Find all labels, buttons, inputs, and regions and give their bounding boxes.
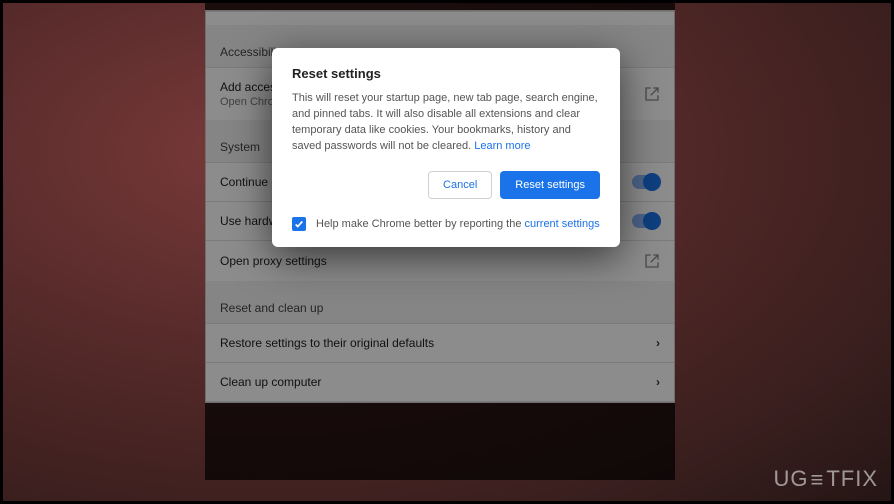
report-checkbox[interactable]	[292, 217, 306, 231]
report-settings-row: Help make Chrome better by reporting the…	[292, 217, 600, 231]
report-label: Help make Chrome better by reporting the…	[316, 218, 600, 230]
reset-settings-button[interactable]: Reset settings	[500, 171, 600, 199]
watermark-glyph-icon: ≡	[810, 467, 824, 493]
watermark: UG≡TFIX	[773, 466, 878, 492]
report-label-text: Help make Chrome better by reporting the	[316, 218, 525, 230]
current-settings-link[interactable]: current settings	[525, 218, 600, 230]
learn-more-link[interactable]: Learn more	[474, 140, 530, 152]
dialog-body-text: This will reset your startup page, new t…	[292, 92, 598, 152]
watermark-pre: UG	[773, 466, 808, 492]
dialog-title: Reset settings	[292, 66, 600, 81]
dialog-button-row: Cancel Reset settings	[292, 171, 600, 199]
cancel-button[interactable]: Cancel	[428, 171, 492, 199]
reset-settings-dialog: Reset settings This will reset your star…	[272, 48, 620, 247]
watermark-post: TFIX	[826, 466, 878, 492]
dialog-body: This will reset your startup page, new t…	[292, 91, 600, 155]
